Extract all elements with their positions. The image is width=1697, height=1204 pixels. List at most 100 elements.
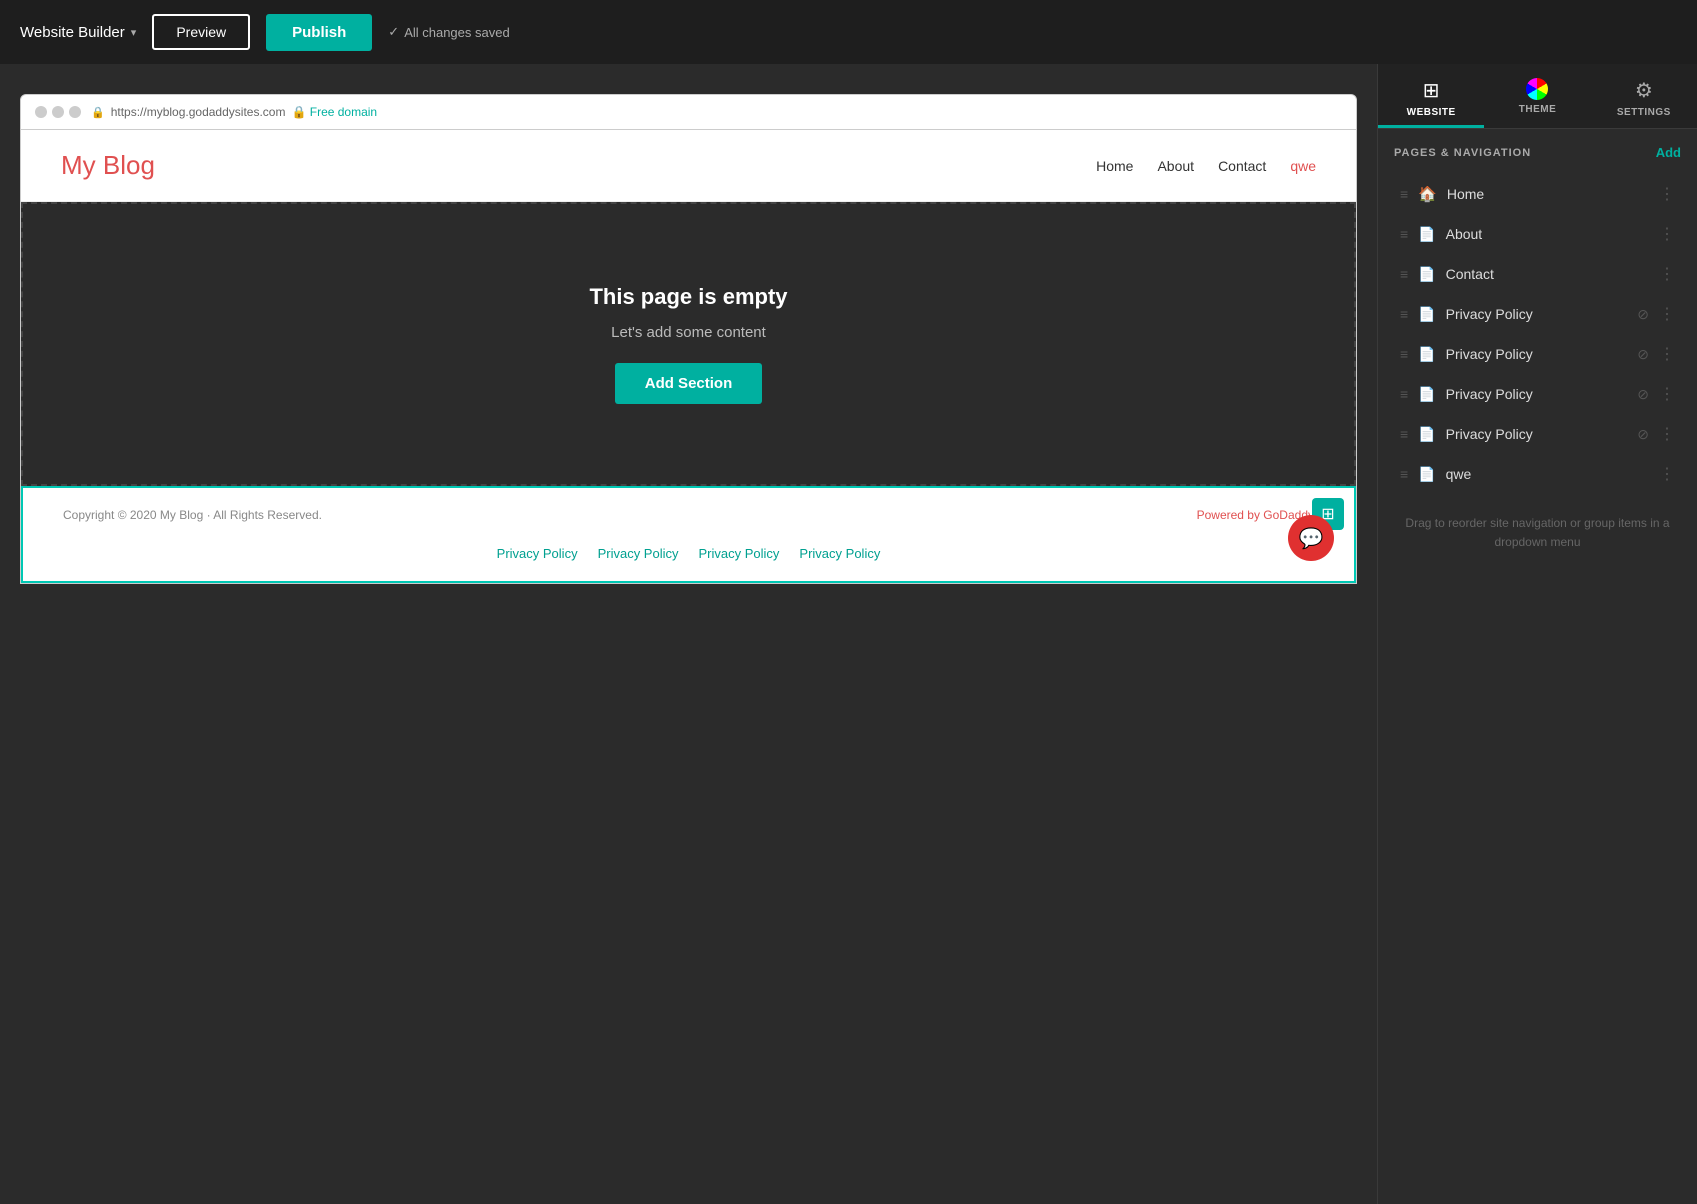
footer-copyright: Copyright © 2020 My Blog · All Rights Re… — [63, 508, 322, 522]
nav-item-privacy3-menu[interactable]: ⋮ — [1659, 384, 1675, 404]
nav-item-privacy1[interactable]: ≡ 📄 Privacy Policy ⊘ ⋮ — [1394, 294, 1681, 334]
privacy2-page-icon: 📄 — [1418, 346, 1435, 363]
lock-icon: 🔒 — [91, 106, 105, 119]
tab-theme[interactable]: THEME — [1484, 64, 1590, 128]
privacy1-page-icon: 📄 — [1418, 306, 1435, 323]
dot-yellow — [52, 106, 64, 118]
nav-item-about-label: About — [1446, 226, 1649, 242]
brand-label: Website Builder — [20, 24, 125, 41]
brand-button[interactable]: Website Builder ▾ — [20, 24, 136, 41]
footer-links: Privacy Policy Privacy Policy Privacy Po… — [63, 536, 1314, 561]
panel-header: PAGES & NAVIGATION Add — [1394, 145, 1681, 160]
check-icon: ✓ — [388, 24, 399, 40]
nav-item-qwe[interactable]: ≡ 📄 qwe ⋮ — [1394, 454, 1681, 494]
nav-item-qwe-menu[interactable]: ⋮ — [1659, 464, 1675, 484]
tab-theme-label: THEME — [1519, 104, 1557, 115]
drag-handle-privacy4: ≡ — [1400, 426, 1408, 442]
free-domain-link[interactable]: 🔒 Free domain — [291, 105, 377, 119]
nav-item-about[interactable]: ≡ 📄 About ⋮ — [1394, 214, 1681, 254]
topbar: Website Builder ▾ Preview Publish ✓ All … — [0, 0, 1697, 64]
browser-dots — [35, 106, 81, 118]
tab-settings[interactable]: ⚙ SETTINGS — [1591, 64, 1697, 128]
drag-handle-privacy3: ≡ — [1400, 386, 1408, 402]
qwe-page-icon: 📄 — [1418, 466, 1435, 483]
browser-url-bar: 🔒 https://myblog.godaddysites.com 🔒 Free… — [91, 105, 377, 119]
site-nav: Home About Contact qwe — [1096, 158, 1316, 174]
privacy3-hidden-icon: ⊘ — [1637, 386, 1649, 403]
empty-page-subtitle: Let's add some content — [611, 324, 766, 341]
nav-item-privacy4-menu[interactable]: ⋮ — [1659, 424, 1675, 444]
nav-item-privacy3-label: Privacy Policy — [1446, 386, 1628, 402]
footer-link-3[interactable]: Privacy Policy — [699, 546, 780, 561]
drag-handle-privacy2: ≡ — [1400, 346, 1408, 362]
nav-item-privacy2-label: Privacy Policy — [1446, 346, 1628, 362]
nav-item-privacy2[interactable]: ≡ 📄 Privacy Policy ⊘ ⋮ — [1394, 334, 1681, 374]
drag-handle-privacy1: ≡ — [1400, 306, 1408, 322]
site-header: My Blog Home About Contact qwe — [21, 130, 1356, 202]
drag-handle-about: ≡ — [1400, 226, 1408, 242]
nav-item-about-menu[interactable]: ⋮ — [1659, 224, 1675, 244]
nav-item-privacy1-label: Privacy Policy — [1446, 306, 1628, 322]
drag-handle-contact: ≡ — [1400, 266, 1408, 282]
publish-button[interactable]: Publish — [266, 14, 372, 51]
panel-hint: Drag to reorder site navigation or group… — [1394, 514, 1681, 552]
privacy3-page-icon: 📄 — [1418, 386, 1435, 403]
nav-item-privacy1-menu[interactable]: ⋮ — [1659, 304, 1675, 324]
browser-chrome: 🔒 https://myblog.godaddysites.com 🔒 Free… — [20, 94, 1357, 130]
right-panel: ⊞ WEBSITE THEME ⚙ SETTINGS PAGES & NAVIG… — [1377, 64, 1697, 1204]
empty-page-section: This page is empty Let's add some conten… — [21, 202, 1356, 486]
nav-item-contact[interactable]: ≡ 📄 Contact ⋮ — [1394, 254, 1681, 294]
home-page-icon: 🏠 — [1418, 185, 1437, 203]
nav-item-privacy4[interactable]: ≡ 📄 Privacy Policy ⊘ ⋮ — [1394, 414, 1681, 454]
privacy1-hidden-icon: ⊘ — [1637, 306, 1649, 323]
site-logo[interactable]: My Blog — [61, 150, 155, 181]
section-title: PAGES & NAVIGATION — [1394, 147, 1531, 159]
dot-red — [35, 106, 47, 118]
nav-item-home[interactable]: ≡ 🏠 Home ⋮ — [1394, 174, 1681, 214]
theme-color-icon — [1526, 78, 1548, 100]
nav-qwe[interactable]: qwe — [1290, 158, 1316, 174]
panel-content: PAGES & NAVIGATION Add ≡ 🏠 Home ⋮ ≡ 📄 Ab… — [1378, 129, 1697, 1204]
tab-website-label: WEBSITE — [1407, 107, 1456, 118]
footer-link-2[interactable]: Privacy Policy — [598, 546, 679, 561]
privacy4-hidden-icon: ⊘ — [1637, 426, 1649, 443]
nav-home[interactable]: Home — [1096, 158, 1133, 174]
drag-handle-qwe: ≡ — [1400, 466, 1408, 482]
tab-website[interactable]: ⊞ WEBSITE — [1378, 64, 1484, 128]
privacy4-page-icon: 📄 — [1418, 426, 1435, 443]
nav-item-contact-label: Contact — [1446, 266, 1649, 282]
nav-about[interactable]: About — [1157, 158, 1194, 174]
main-area: 🔒 https://myblog.godaddysites.com 🔒 Free… — [0, 64, 1697, 1204]
brand-chevron-icon: ▾ — [131, 26, 137, 39]
footer-wrapper: ⊞ Copyright © 2020 My Blog · All Rights … — [21, 486, 1356, 583]
settings-icon: ⚙ — [1635, 78, 1653, 103]
saved-status: ✓ All changes saved — [388, 24, 509, 40]
nav-item-home-label: Home — [1447, 186, 1649, 202]
dot-green — [69, 106, 81, 118]
about-page-icon: 📄 — [1418, 226, 1435, 243]
add-section-button[interactable]: Add Section — [615, 363, 763, 404]
canvas-area: 🔒 https://myblog.godaddysites.com 🔒 Free… — [0, 64, 1377, 1204]
footer-link-1[interactable]: Privacy Policy — [497, 546, 578, 561]
nav-item-privacy3[interactable]: ≡ 📄 Privacy Policy ⊘ ⋮ — [1394, 374, 1681, 414]
nav-item-home-menu[interactable]: ⋮ — [1659, 184, 1675, 204]
tab-settings-label: SETTINGS — [1617, 107, 1671, 118]
drag-handle-home: ≡ — [1400, 186, 1408, 202]
footer-link-4[interactable]: Privacy Policy — [799, 546, 880, 561]
nav-contact[interactable]: Contact — [1218, 158, 1266, 174]
nav-item-contact-menu[interactable]: ⋮ — [1659, 264, 1675, 284]
nav-item-qwe-label: qwe — [1446, 466, 1649, 482]
chat-bubble-button[interactable]: 💬 — [1288, 515, 1334, 561]
preview-button[interactable]: Preview — [152, 14, 250, 50]
privacy2-hidden-icon: ⊘ — [1637, 346, 1649, 363]
add-page-button[interactable]: Add — [1656, 145, 1681, 160]
powered-prefix: Powered by — [1197, 508, 1264, 522]
website-icon: ⊞ — [1423, 78, 1440, 103]
empty-page-title: This page is empty — [589, 284, 787, 310]
footer-top: Copyright © 2020 My Blog · All Rights Re… — [63, 508, 1314, 536]
panel-tabs: ⊞ WEBSITE THEME ⚙ SETTINGS — [1378, 64, 1697, 129]
contact-page-icon: 📄 — [1418, 266, 1435, 283]
website-preview: My Blog Home About Contact qwe This page… — [20, 130, 1357, 584]
nav-item-privacy2-menu[interactable]: ⋮ — [1659, 344, 1675, 364]
saved-label: All changes saved — [404, 25, 510, 40]
